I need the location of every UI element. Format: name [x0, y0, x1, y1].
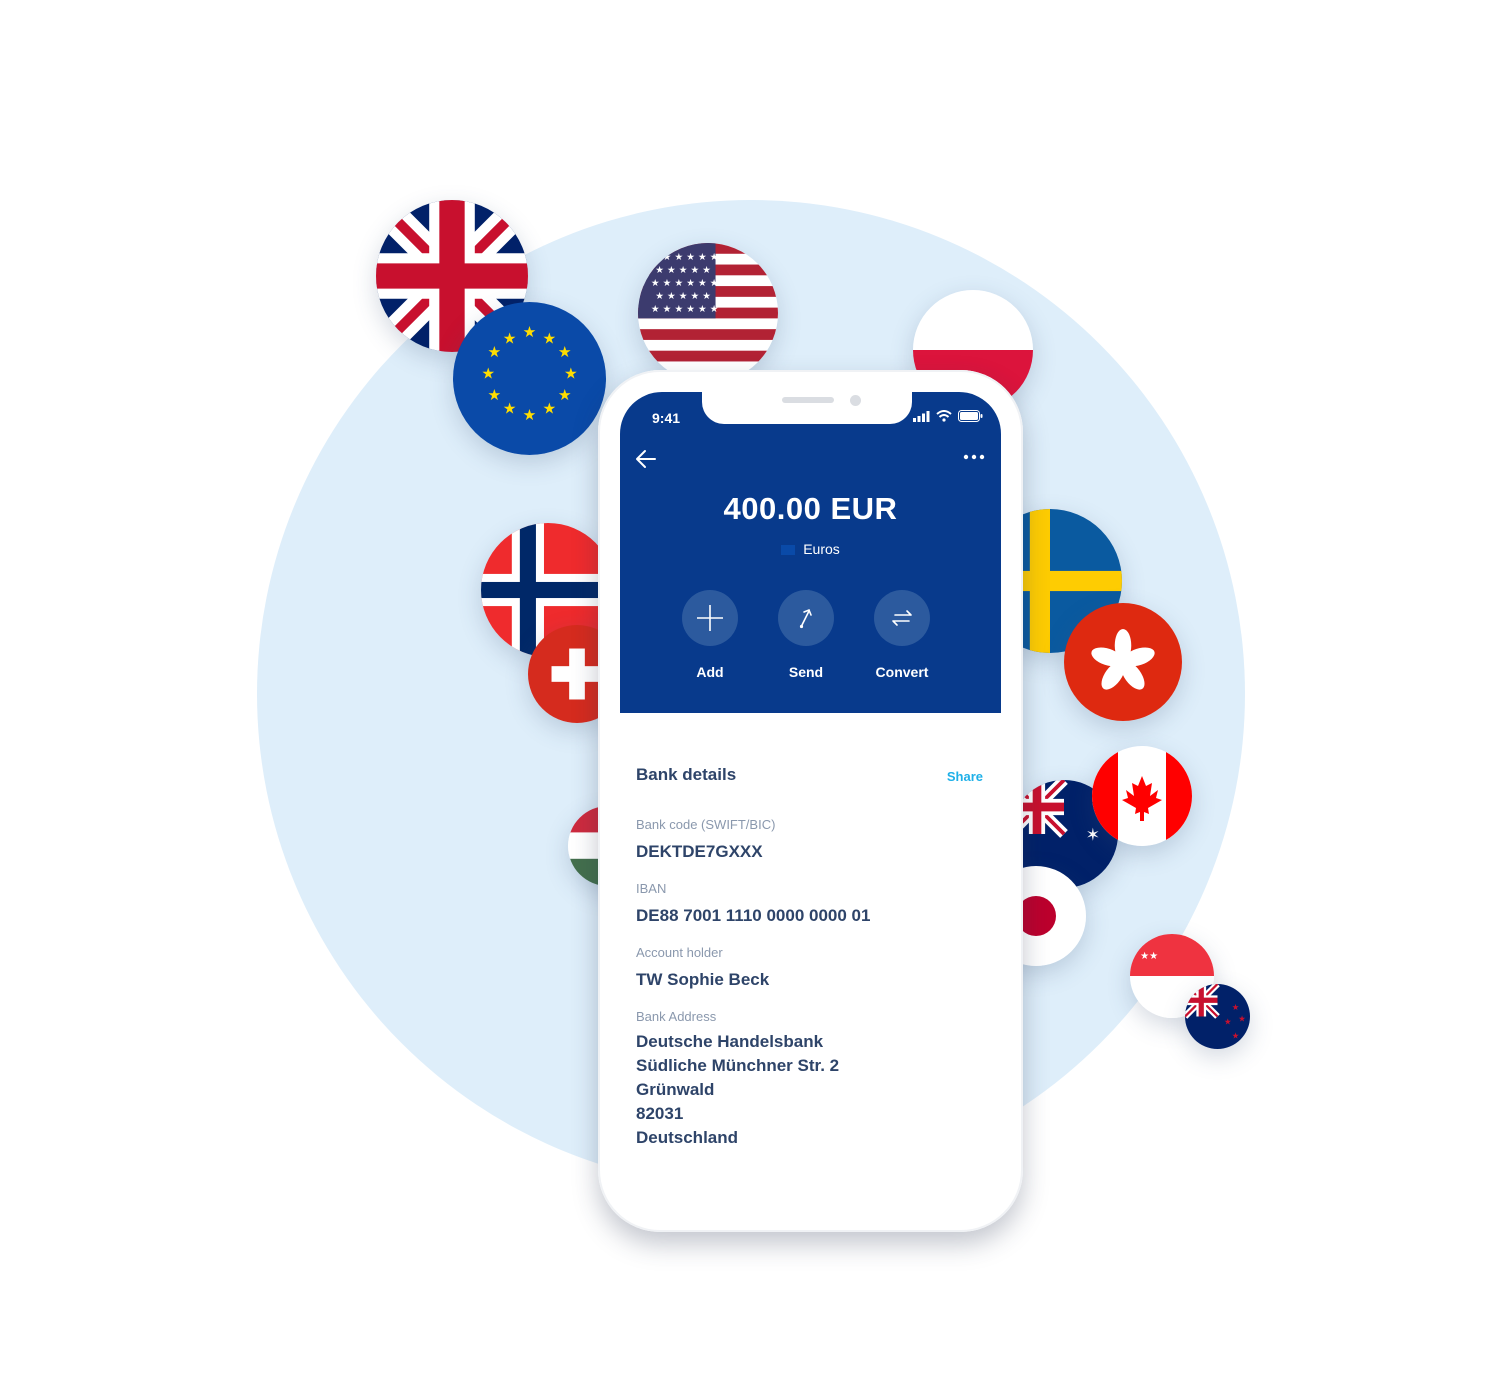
svg-text:★: ★ — [564, 365, 578, 383]
send-circle[interactable] — [778, 590, 834, 646]
us-flag: ★ ★ ★ ★ ★ ★ ★ ★ ★ ★ ★ ★ ★ ★ ★ ★ ★ ★ ★ ★ … — [638, 243, 778, 383]
iban-label: IBAN — [636, 881, 667, 896]
svg-text:★ ★ ★ ★ ★: ★ ★ ★ ★ ★ — [655, 265, 711, 276]
svg-text:★★: ★★ — [1140, 951, 1158, 962]
iban-value: DE88 7001 1110 0000 0000 01 — [636, 906, 871, 925]
convert-circle[interactable] — [874, 590, 930, 646]
front-camera — [850, 395, 861, 406]
svg-text:★: ★ — [487, 343, 501, 361]
phone-notch — [702, 392, 912, 424]
add-circle[interactable] — [682, 590, 738, 646]
bank-address-label: Bank Address — [636, 1009, 717, 1024]
svg-text:★: ★ — [481, 365, 495, 383]
convert-label: Convert — [875, 664, 929, 680]
svg-text:★: ★ — [503, 329, 517, 347]
phone-frame: 9:41 400.00 EUR Euros Add Send Convert B… — [598, 370, 1023, 1232]
account-holder-value: TW Sophie Beck — [636, 970, 770, 989]
svg-text:★: ★ — [1232, 1002, 1240, 1012]
speaker-grille — [782, 397, 834, 403]
address-line: 82031 — [636, 1104, 684, 1123]
more-options-icon[interactable] — [963, 454, 985, 460]
svg-text:★: ★ — [1224, 1016, 1232, 1026]
svg-text:★ ★ ★ ★ ★ ★: ★ ★ ★ ★ ★ ★ — [651, 304, 719, 315]
new-zealand-flag: ★ ★ ★ ★ — [1185, 984, 1250, 1049]
wifi-icon — [936, 410, 952, 422]
svg-text:★ ★ ★ ★ ★ ★: ★ ★ ★ ★ ★ ★ — [651, 278, 719, 289]
svg-text:★: ★ — [1232, 1031, 1240, 1041]
bank-code-value: DEKTDE7GXXX — [636, 842, 763, 861]
svg-text:★ ★ ★ ★ ★: ★ ★ ★ ★ ★ — [655, 291, 711, 302]
convert-button[interactable]: Convert — [842, 590, 962, 680]
address-line: Deutsche Handelsbank — [636, 1032, 824, 1051]
bank-details-title: Bank details — [636, 765, 737, 784]
back-arrow-icon[interactable] — [634, 448, 658, 470]
send-arrow-icon — [799, 608, 812, 629]
eu-flag-icon — [781, 545, 796, 555]
eu-flag: ★ ★ ★ ★ ★ ★ ★ ★ ★ ★ ★ ★ — [453, 302, 606, 455]
svg-text:★: ★ — [523, 406, 537, 424]
currency-name: Euros — [803, 541, 840, 557]
bank-code-label: Bank code (SWIFT/BIC) — [636, 817, 776, 832]
bank-details-panel: Bank details Share Bank code (SWIFT/BIC)… — [620, 713, 1001, 1210]
svg-text:★: ★ — [543, 400, 557, 418]
currency-label: Euros — [620, 541, 1001, 557]
status-icons — [913, 410, 983, 422]
battery-icon — [958, 410, 983, 422]
canada-flag — [1092, 746, 1192, 846]
svg-text:★: ★ — [487, 386, 501, 404]
address-line: Grünwald — [636, 1080, 715, 1099]
svg-text:★: ★ — [543, 329, 557, 347]
svg-text:★: ★ — [558, 386, 572, 404]
svg-text:★: ★ — [1238, 1014, 1246, 1024]
convert-arrows-icon — [892, 610, 912, 626]
plus-icon — [697, 605, 723, 631]
hong-kong-flag — [1064, 603, 1182, 721]
phone-screen: 9:41 400.00 EUR Euros Add Send Convert B… — [620, 392, 1001, 1210]
svg-text:★: ★ — [503, 400, 517, 418]
svg-text:✶: ✶ — [1086, 825, 1100, 845]
svg-text:★: ★ — [558, 343, 572, 361]
bank-address-value: Deutsche Handelsbank Südliche Münchner S… — [636, 1030, 839, 1150]
account-balance: 400.00 EUR — [723, 491, 898, 526]
account-header: 9:41 400.00 EUR Euros Add Send Convert — [620, 392, 1001, 713]
account-holder-label: Account holder — [636, 945, 723, 960]
signal-icon — [913, 410, 930, 422]
address-line: Südliche Münchner Str. 2 — [636, 1056, 840, 1075]
svg-text:★: ★ — [523, 323, 537, 341]
address-line: Deutschland — [636, 1128, 739, 1147]
share-link[interactable]: Share — [947, 769, 983, 784]
status-time: 9:41 — [652, 410, 681, 426]
